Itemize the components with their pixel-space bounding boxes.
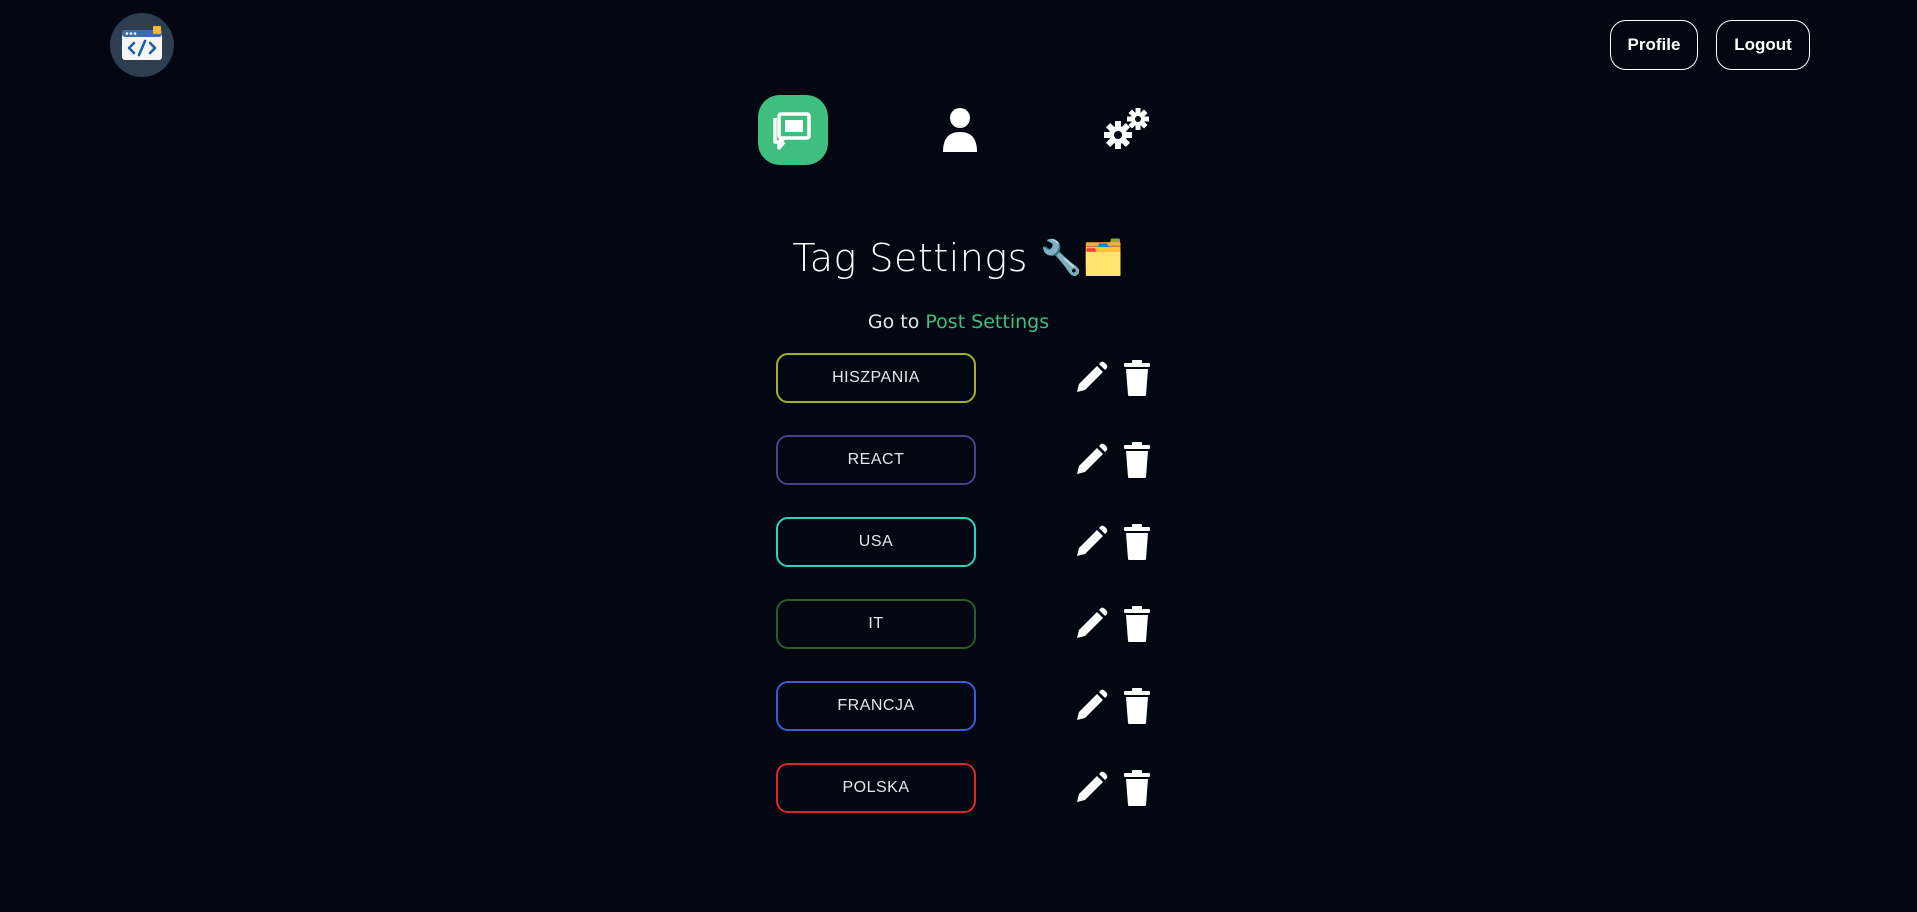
code-window-icon [122,26,162,60]
pencil-icon [1077,525,1108,556]
tag-pill[interactable]: HISZPANIA [776,353,976,403]
gears-icon [1104,108,1149,149]
trash-icon [1124,606,1150,642]
delete-tag-button[interactable] [1118,441,1156,479]
delete-tag-button[interactable] [1118,769,1156,807]
profile-button[interactable]: Profile [1610,20,1698,70]
page-heading: Tag Settings 🔧🗂️ [0,236,1917,280]
nav-posts[interactable] [758,95,828,165]
delete-tag-button[interactable] [1118,359,1156,397]
tag-pill[interactable]: USA [776,517,976,567]
tag-row: FRANCJA [776,681,1156,731]
delete-tag-button[interactable] [1118,523,1156,561]
edit-tag-button[interactable] [1072,769,1110,807]
tag-pill[interactable]: POLSKA [776,763,976,813]
nav-user[interactable] [925,95,995,165]
edit-tag-button[interactable] [1072,359,1110,397]
tag-pill[interactable]: IT [776,599,976,649]
trash-icon [1124,442,1150,478]
edit-tag-button[interactable] [1072,441,1110,479]
edit-tag-button[interactable] [1072,687,1110,725]
delete-tag-button[interactable] [1118,687,1156,725]
trash-icon [1124,360,1150,396]
pencil-icon [1077,771,1108,802]
tag-row: POLSKA [776,763,1156,813]
logout-button[interactable]: Logout [1716,20,1810,70]
edit-tag-button[interactable] [1072,605,1110,643]
post-settings-link[interactable]: Post Settings [925,311,1049,333]
trash-icon [1124,688,1150,724]
goto-prefix: Go to [867,311,920,333]
tag-row: REACT [776,435,1156,485]
tag-pill[interactable]: FRANCJA [776,681,976,731]
pencil-icon [1077,607,1108,638]
delete-tag-button[interactable] [1118,605,1156,643]
user-icon [943,108,977,152]
trash-icon [1124,770,1150,806]
tag-settings-page: Profile Logout Tag Settings 🔧🗂️ Go to Po… [0,0,1917,912]
tag-pill[interactable]: REACT [776,435,976,485]
wrench-folder-emoji: 🔧🗂️ [1039,238,1125,278]
trash-icon [1124,524,1150,560]
app-logo[interactable] [110,13,174,77]
tag-row: IT [776,599,1156,649]
page-title: Tag Settings [792,236,1028,280]
edit-tag-button[interactable] [1072,523,1110,561]
nav-gears[interactable] [1092,95,1162,165]
tag-row: USA [776,517,1156,567]
pencil-icon [1077,689,1108,720]
pencil-icon [1077,361,1108,392]
posts-icon [773,112,811,150]
tag-row: HISZPANIA [776,353,1156,403]
goto-post-settings: Go to Post Settings [0,311,1917,333]
pencil-icon [1077,443,1108,474]
